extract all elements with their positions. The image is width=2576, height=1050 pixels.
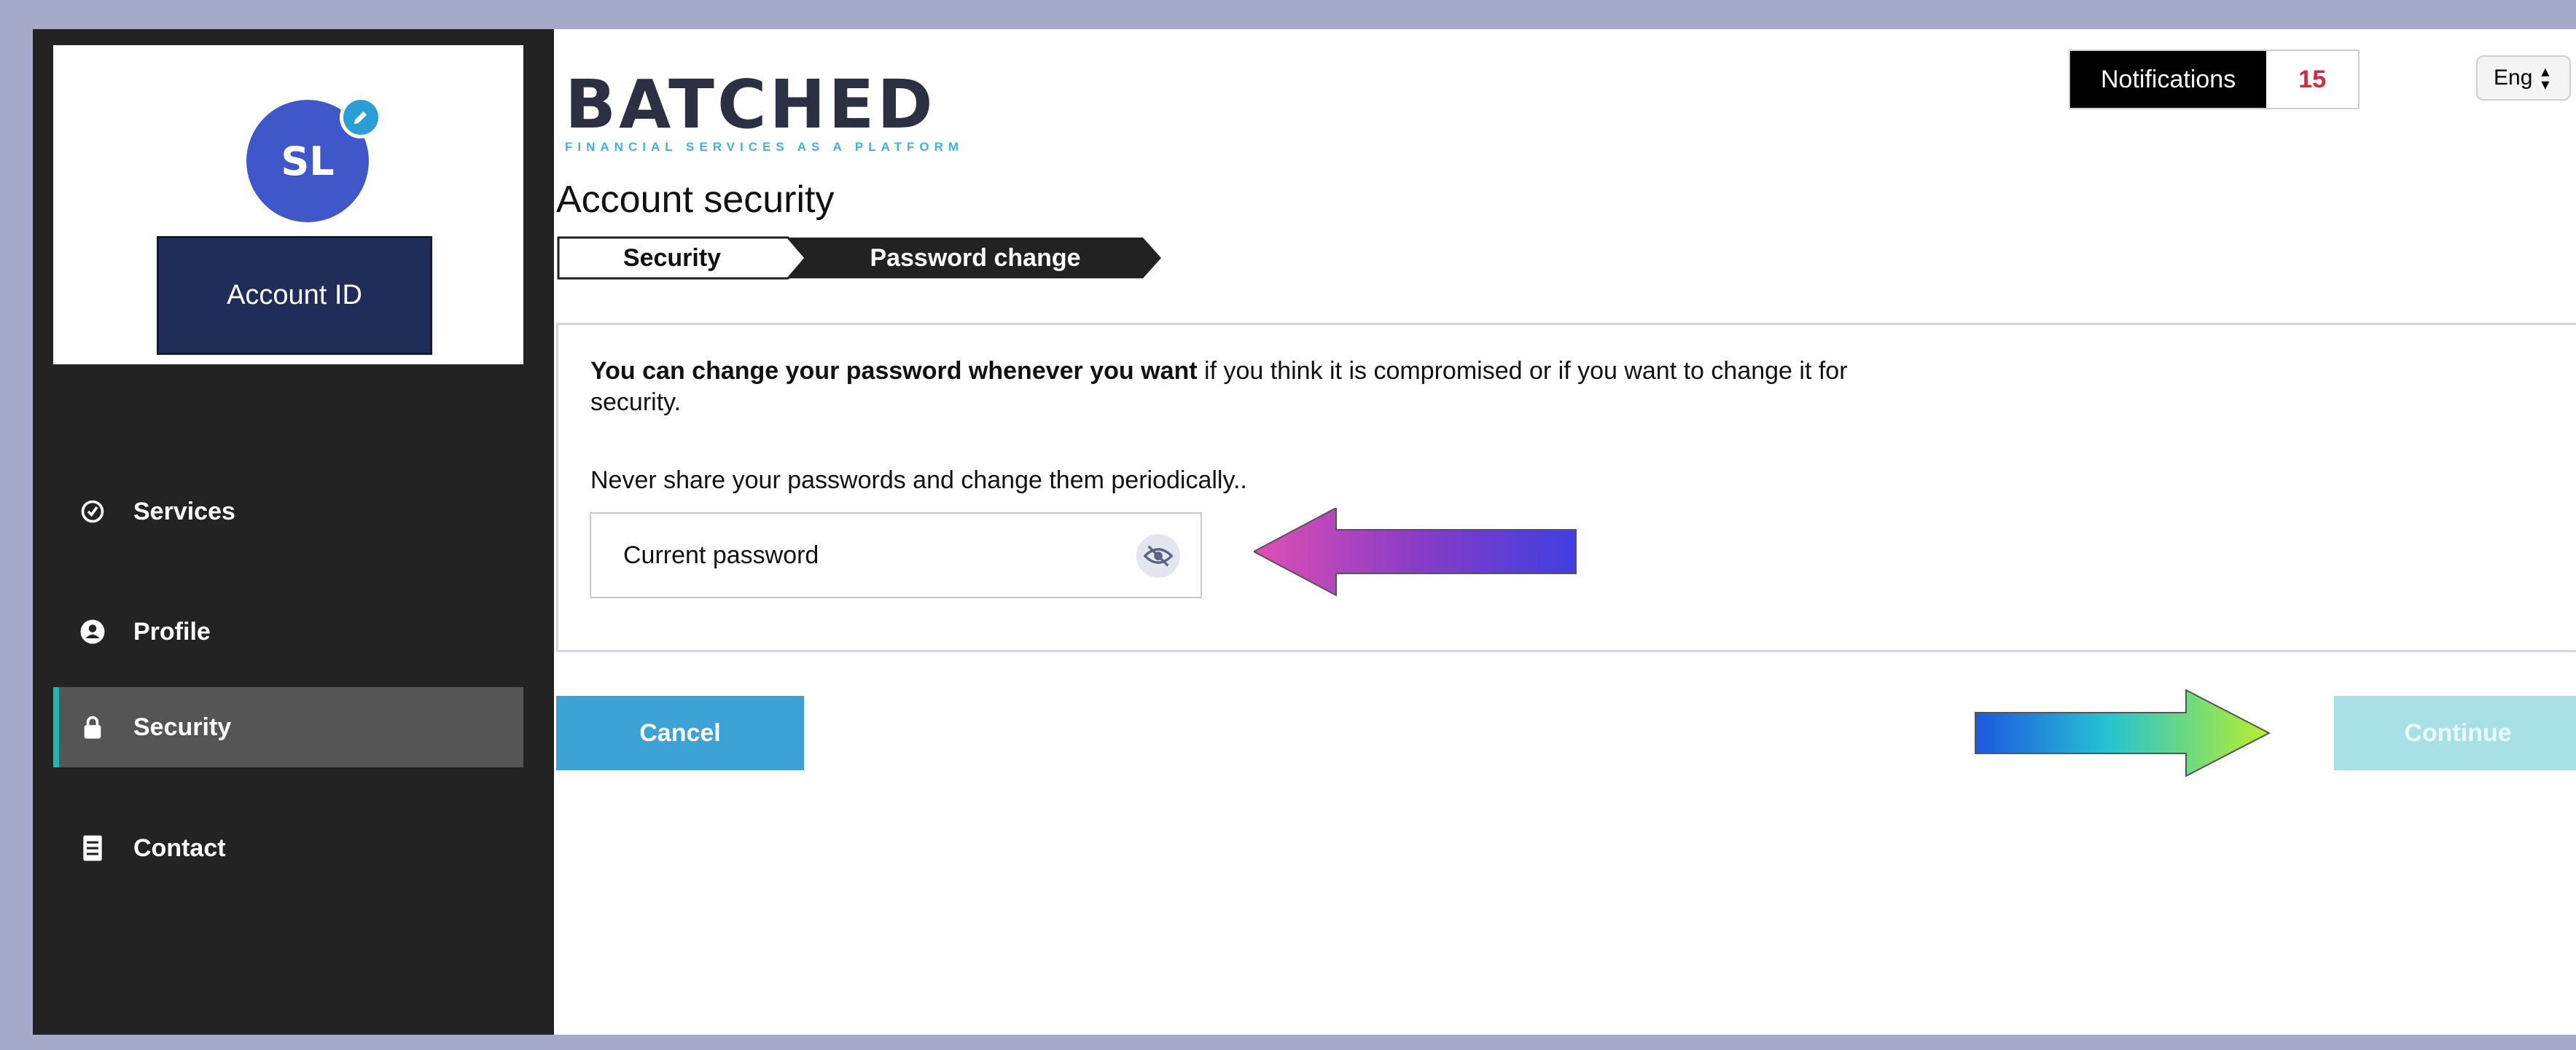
logo-wordmark: BATCHED [565, 66, 936, 144]
sidebar-item-security[interactable]: Security [53, 687, 523, 767]
password-change-panel: You can change your password whenever yo… [556, 323, 2576, 652]
sidebar-item-label: Services [133, 497, 235, 525]
current-password-field[interactable]: Current password [590, 512, 1202, 598]
cancel-button[interactable]: Cancel [556, 696, 804, 770]
edit-avatar-button[interactable] [340, 96, 382, 138]
batched-logo[interactable]: BATCHED FINANCIAL SERVICES AS A PLATFORM [565, 71, 964, 154]
eye-slash-icon[interactable] [1136, 534, 1180, 578]
account-id-button[interactable]: Account ID [157, 236, 432, 355]
continue-button[interactable]: Continue [2334, 696, 2576, 770]
step-password-change[interactable]: Password change [808, 235, 1143, 281]
profile-icon [78, 617, 107, 646]
sidebar-item-profile[interactable]: Profile [53, 592, 523, 672]
sidebar-item-services[interactable]: Services [53, 471, 523, 552]
language-select[interactable]: Eng ▴ ▾ [2476, 55, 2571, 101]
document-icon [78, 834, 107, 863]
step-security[interactable]: Security [556, 235, 788, 281]
notifications-button[interactable]: Notifications 15 [2069, 50, 2360, 109]
hint-text: Never share your passwords and change th… [590, 466, 1247, 494]
sidebar-item-label: Contact [133, 834, 226, 862]
notifications-count-badge: 15 [2266, 51, 2359, 108]
annotation-arrow-right [1975, 689, 2271, 777]
current-password-placeholder: Current password [623, 541, 819, 569]
sidebar-item-label: Security [133, 713, 232, 741]
updown-caret-icon: ▴ ▾ [2541, 62, 2550, 93]
lock-icon [78, 713, 107, 742]
profile-card: SL Account ID [53, 45, 523, 364]
description-bold: You can change your password whenever yo… [590, 357, 1198, 385]
page-title: Account security [556, 179, 835, 221]
annotation-arrow-left [1254, 508, 1577, 597]
sidebar-item-label: Profile [133, 617, 211, 646]
language-value: Eng [2494, 66, 2533, 90]
step-breadcrumb: Security Password change [556, 235, 1198, 281]
description-text: You can change your password whenever yo… [590, 356, 1902, 418]
sidebar: SL Account ID Services Profile Security … [33, 29, 554, 1035]
services-icon [78, 497, 107, 526]
app-window: SL Account ID Services Profile Security … [33, 29, 2576, 1035]
logo-tagline: FINANCIAL SERVICES AS A PLATFORM [565, 140, 964, 154]
pencil-icon [354, 111, 367, 125]
notifications-label: Notifications [2070, 51, 2267, 108]
sidebar-item-contact[interactable]: Contact [53, 808, 523, 888]
